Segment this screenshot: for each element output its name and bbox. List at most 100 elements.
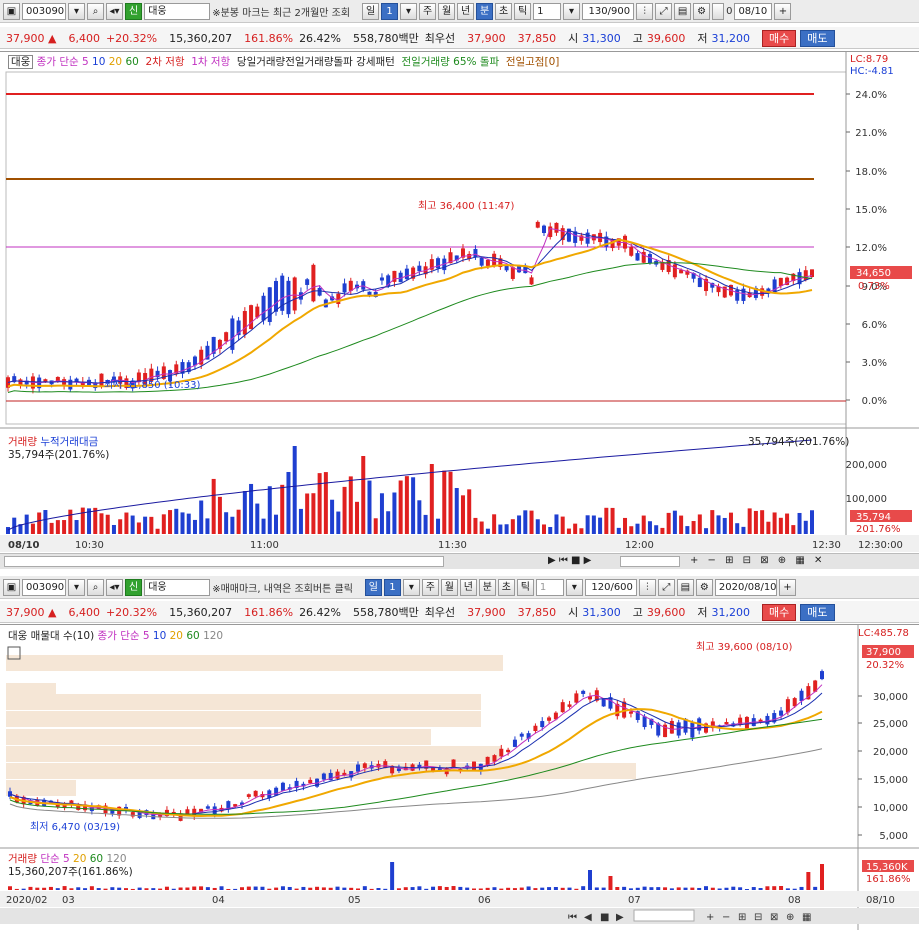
period-week-button-2[interactable]: 주 (421, 578, 439, 596)
minute-scrollbar[interactable]: ▶ ⏮ ■ ▶ + − ⊞ ⊟ ⊠ ⊕ ▦ ✕ (0, 553, 919, 569)
volume-bar (641, 515, 646, 534)
minute-zoom-tools-icon[interactable]: + − ⊞ ⊟ ⊠ ⊕ ▦ ✕ (690, 555, 825, 566)
buy-button[interactable]: 매수 (762, 29, 797, 47)
interval-dropdown-icon-2[interactable]: ▾ (565, 578, 583, 596)
period-day-button-2[interactable]: 일 (364, 578, 382, 596)
count-field[interactable]: 130/900 (582, 2, 635, 20)
save-icon-2[interactable]: ▤ (676, 578, 694, 596)
daily-x-end-label: 08/10 (866, 895, 895, 906)
daily-volume-bar (717, 888, 722, 890)
volume-bar (672, 510, 677, 534)
code-dropdown-icon-2[interactable]: ▾ (68, 578, 85, 596)
volume-bar (591, 515, 596, 534)
interval-dropdown-icon[interactable]: ▾ (563, 2, 581, 20)
period-month-button[interactable]: 월 (438, 2, 456, 20)
period-tick-button-2[interactable]: 틱 (516, 578, 534, 596)
daily-candle-body (335, 771, 340, 779)
daily-volume-bar (799, 886, 804, 890)
period-minute-button[interactable]: 분 (476, 2, 494, 20)
draw-tool-icon[interactable]: ⤢ (655, 2, 673, 20)
daily-volume-bar (83, 888, 88, 890)
code-dropdown-icon[interactable]: ▾ (68, 2, 85, 20)
period-year-button[interactable]: 년 (457, 2, 475, 20)
add-icon[interactable]: + (774, 2, 792, 20)
period-month-button-2[interactable]: 월 (440, 578, 458, 596)
period-day-button[interactable]: 일 (362, 2, 380, 20)
minute-chart-canvas[interactable]: 24.0%21.0%18.0%15.0%12.0%9.0%6.0%3.0%0.0… (0, 52, 919, 552)
candle-body (317, 287, 322, 296)
zoom-tool-icon: − (722, 912, 730, 923)
sell-button[interactable]: 매도 (800, 29, 835, 47)
date-input[interactable]: 08/10 (734, 2, 773, 20)
period-dropdown-icon[interactable]: ▾ (400, 2, 418, 20)
date-input-2[interactable]: 2020/08/10 (714, 578, 777, 596)
period-second-button-2[interactable]: 초 (497, 578, 515, 596)
volume-bar (224, 512, 229, 534)
minute-zoom-slider[interactable] (620, 556, 680, 567)
volume-bar (728, 512, 733, 534)
daily-candle-body (274, 787, 279, 796)
daily-candle-body (512, 739, 517, 747)
volume-bar (523, 510, 528, 534)
chart-type-icon[interactable]: ⫶ (636, 2, 654, 20)
window-icon[interactable]: ▣ (3, 2, 20, 20)
volume-bar (373, 518, 378, 534)
daily-volume-bar (130, 888, 135, 890)
stock-code-input[interactable]: 003090 (22, 2, 66, 20)
bid-price: 37,850 (517, 31, 557, 45)
count-field-2[interactable]: 120/600 (584, 578, 637, 596)
stock-code-input-2[interactable]: 003090 (22, 578, 66, 596)
gear-icon[interactable]: ⚙ (693, 2, 711, 20)
volume-bar (386, 511, 391, 534)
scroll-first-icon[interactable]: ▶ ⏮ ■ ▶ (548, 555, 591, 566)
volume-bar (629, 526, 634, 534)
daily-volume-bar (287, 886, 292, 890)
volume-bar (367, 480, 372, 534)
period-week-button[interactable]: 주 (419, 2, 437, 20)
volume-bar (317, 473, 322, 534)
volume-bar (330, 499, 335, 534)
candle-body (274, 281, 278, 312)
y-tick-label: 21.0% (855, 128, 887, 139)
open-label: 시 (568, 32, 579, 45)
candle-body (647, 254, 652, 264)
date-checkbox[interactable] (712, 2, 725, 20)
search-icon[interactable]: ⌕ (87, 2, 104, 20)
volume-bar (230, 516, 235, 534)
period-year-button-2[interactable]: 년 (459, 578, 477, 596)
period-second-button[interactable]: 초 (495, 2, 513, 20)
period-tick-button[interactable]: 틱 (514, 2, 532, 20)
add-icon-2[interactable]: + (778, 578, 796, 596)
daily-volume-bar (806, 872, 811, 890)
interval-input-2[interactable]: 1 (535, 578, 564, 596)
daily-volume-bar (779, 886, 784, 890)
period-n-box[interactable]: 1 (381, 2, 399, 20)
draw-tool-icon-2[interactable]: ⤢ (657, 578, 675, 596)
sell-button-2[interactable]: 매도 (800, 603, 835, 621)
search-icon-2[interactable]: ⌕ (87, 578, 104, 596)
save-icon[interactable]: ▤ (674, 2, 692, 20)
chart-type-icon-2[interactable]: ⫶ (638, 578, 656, 596)
scroll-thumb[interactable] (4, 556, 444, 567)
period-dropdown-icon-2[interactable]: ▾ (402, 578, 420, 596)
period-minute-button-2[interactable]: 분 (478, 578, 496, 596)
volume-bar (473, 517, 478, 534)
speaker-icon-2[interactable]: ◂▾ (106, 578, 123, 596)
window-icon-2[interactable]: ▣ (3, 578, 20, 596)
buy-button-2[interactable]: 매수 (762, 603, 797, 621)
daily-volume-bar (704, 886, 708, 890)
candle-body (672, 264, 677, 278)
interval-input[interactable]: 1 (533, 2, 562, 20)
daily-candle-body (499, 748, 504, 757)
daily-volume-bar (663, 887, 668, 890)
daily-volume-bar (185, 887, 190, 890)
daily-volume-bar (137, 887, 142, 890)
volume-bar (342, 486, 347, 534)
speaker-icon[interactable]: ◂▾ (106, 2, 123, 20)
volume-legend-value: 35,794주(201.76%) (8, 449, 110, 461)
notice-text: ※분봉 마크는 최근 2개월만 조회 (212, 7, 351, 19)
credit-badge: 신 (125, 2, 143, 20)
daily-chart-canvas[interactable]: 30,000 25,000 20,000 15,000 10,000 5,000 최고 39… (0, 625, 919, 930)
period-n-box-2[interactable]: 1 (383, 578, 401, 596)
gear-icon-2[interactable]: ⚙ (695, 578, 713, 596)
